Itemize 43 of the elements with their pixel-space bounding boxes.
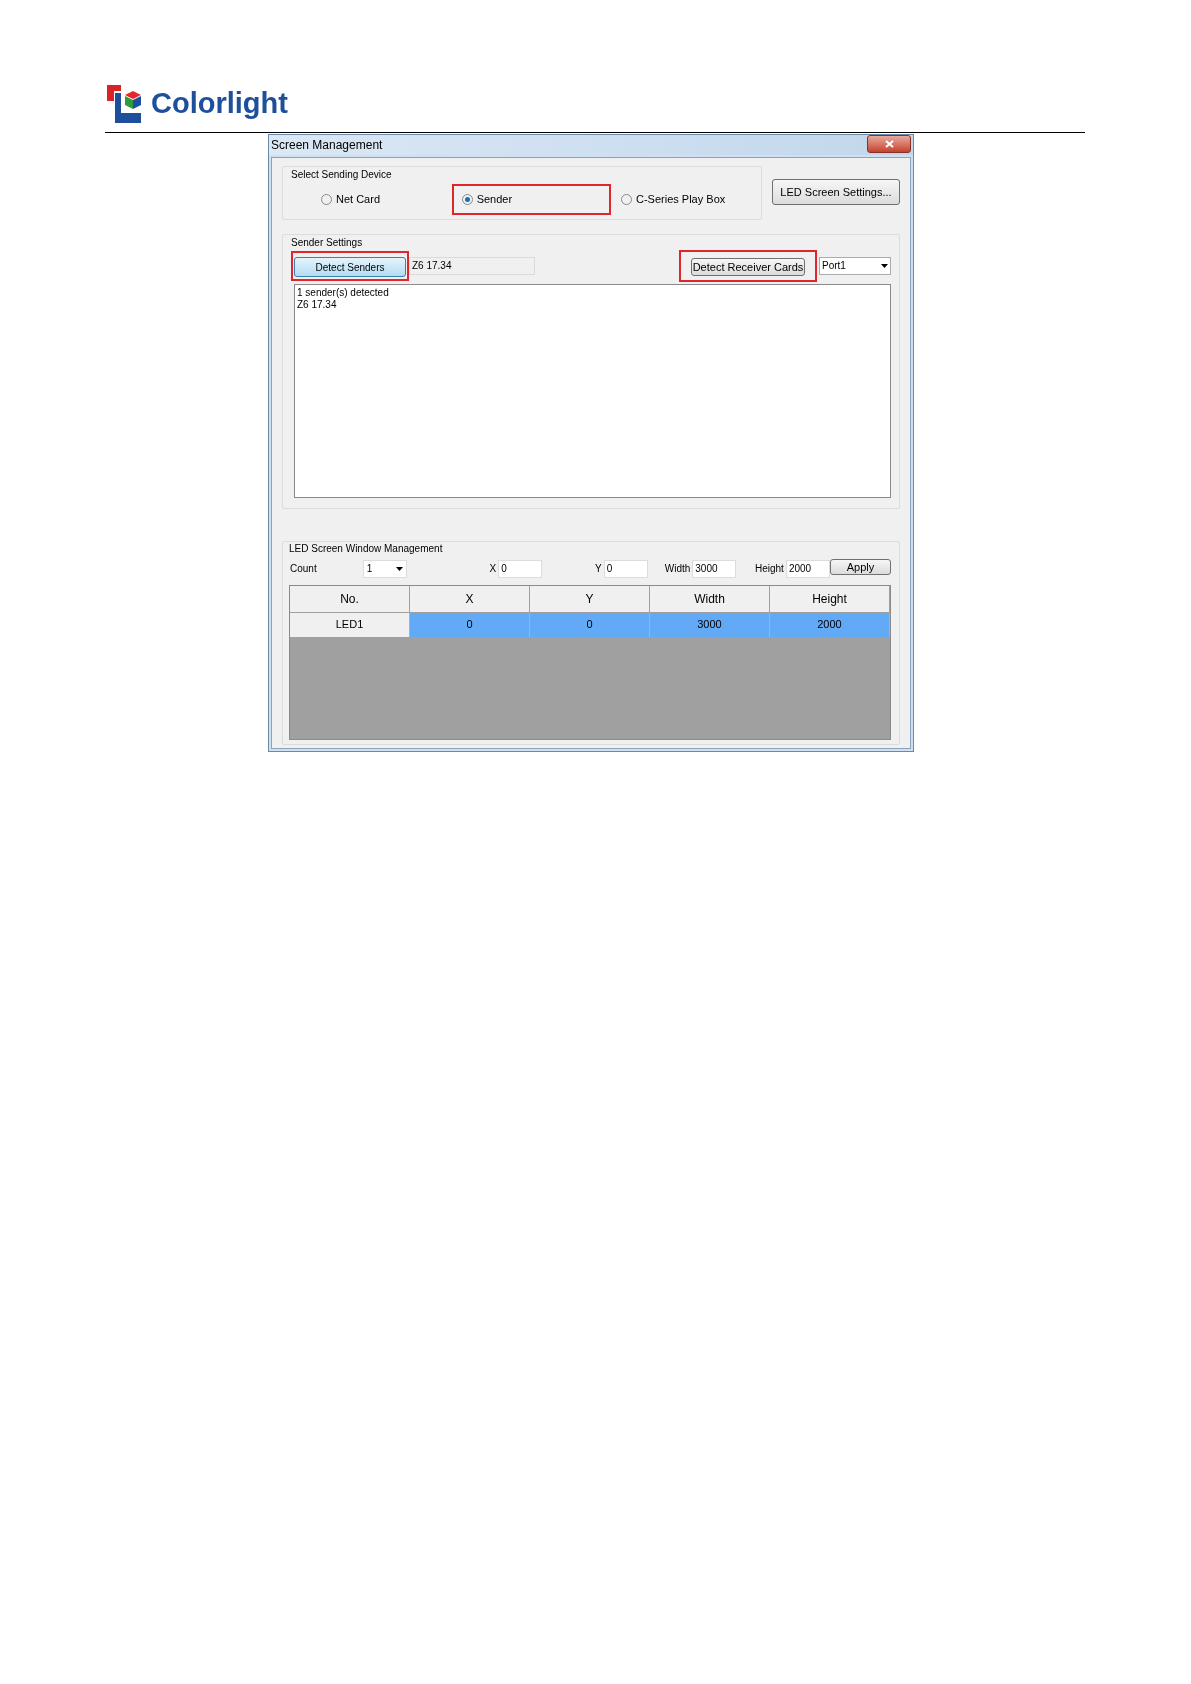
column-header: Y xyxy=(530,585,650,613)
apply-button[interactable]: Apply xyxy=(829,558,891,575)
input-field[interactable]: 0 xyxy=(603,559,648,578)
column-header: Width xyxy=(650,585,770,613)
field-label: Y xyxy=(594,562,602,576)
field-label: Height xyxy=(755,562,784,576)
close-icon xyxy=(884,140,894,148)
detect-senders-button[interactable]: Detect Senders xyxy=(294,257,406,277)
logo-text: Colorlight xyxy=(151,88,288,118)
column-header: Height xyxy=(770,585,890,613)
table-cell: 3000 xyxy=(650,612,770,637)
column-header: X xyxy=(410,585,530,613)
group-title: Sender Settings xyxy=(291,235,364,250)
table-cell: 0 xyxy=(410,612,530,637)
port-select[interactable]: Port1 xyxy=(819,256,891,275)
group-title: Select Sending Device xyxy=(291,168,393,182)
table-cell: LED1 xyxy=(290,612,410,637)
input-field[interactable]: 0 xyxy=(498,559,543,578)
radio-button[interactable] xyxy=(321,193,332,205)
field-label: Width xyxy=(664,562,691,576)
dropdown-arrow-icon xyxy=(881,263,888,268)
led-screen-settings-button[interactable]: LED Screen Settings... xyxy=(772,179,900,205)
input-field[interactable]: 3000 xyxy=(692,559,737,578)
field-label: Count xyxy=(289,562,317,576)
group-title: LED Screen Window Management xyxy=(289,541,444,556)
radio-label: Net Card xyxy=(336,192,381,207)
table-cell: 0 xyxy=(530,612,650,637)
table-row[interactable]: LED1 0 0 3000 2000 xyxy=(290,612,890,637)
radio-button[interactable] xyxy=(461,193,473,205)
radio-label: C-Series Play Box xyxy=(636,192,726,207)
log-textarea[interactable]: 1 sender(s) detected Z6 17.34 xyxy=(294,283,891,498)
table-cell: 2000 xyxy=(770,612,890,637)
close-button[interactable] xyxy=(867,135,911,153)
window-title: Screen Management xyxy=(271,137,383,154)
field-label: X xyxy=(489,562,497,576)
sender-field[interactable]: Z6 17.34 xyxy=(409,256,535,275)
input-field[interactable]: 2000 xyxy=(785,559,830,578)
detect-receiver-cards-button[interactable]: Detect Receiver Cards xyxy=(691,257,805,276)
column-header: No. xyxy=(290,585,410,613)
radio-button[interactable] xyxy=(621,193,632,205)
dropdown-arrow-icon xyxy=(395,566,403,571)
count-select[interactable]: 1 xyxy=(362,559,407,578)
radio-label: Sender xyxy=(476,192,513,207)
